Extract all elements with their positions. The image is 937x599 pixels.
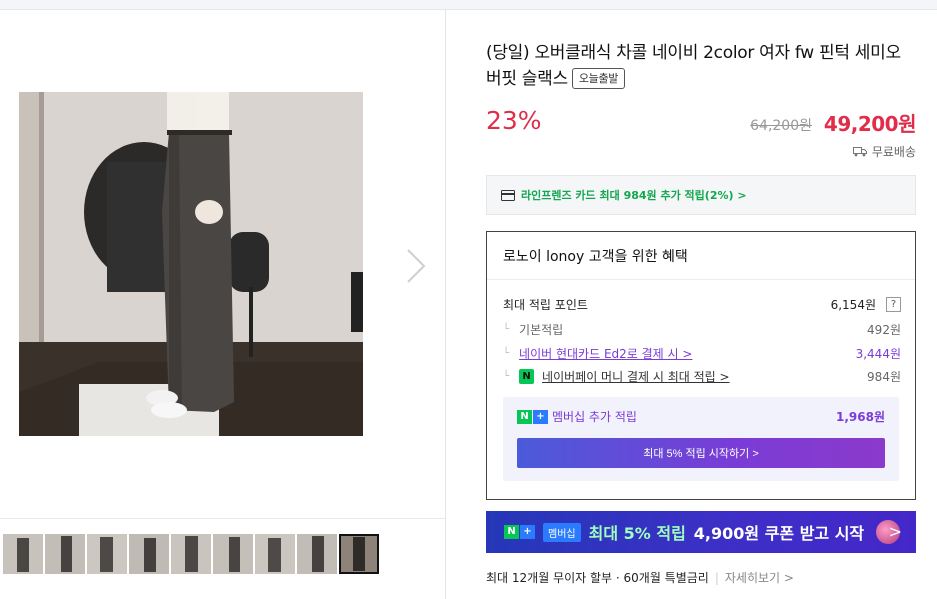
points-row-naverpay: └ N 네이버페이 머니 결제 시 최대 적립 > 984원 bbox=[503, 368, 901, 385]
max-points-value: 6,154원 bbox=[830, 298, 876, 312]
indent-icon: └ bbox=[503, 371, 510, 382]
benefit-divider bbox=[487, 279, 915, 280]
max-points-row: 최대 적립 포인트 6,154원? bbox=[503, 296, 901, 313]
naver-pay-icon: N bbox=[519, 369, 535, 384]
divider: | bbox=[714, 570, 719, 585]
product-gallery bbox=[0, 10, 446, 599]
shipping-text: 무료배송 bbox=[871, 145, 916, 159]
installment-more-link[interactable]: 자세히보기 > bbox=[725, 569, 794, 586]
thumbnail[interactable] bbox=[87, 534, 127, 574]
points-row-hyundai-card: └ 네이버 현대카드 Ed2로 결제 시 > 3,444원 bbox=[503, 345, 901, 362]
card-promo-link[interactable]: 라인프렌즈 카드 최대 984원 추가 적립(2%) > bbox=[486, 175, 916, 215]
chevron-right-icon: > bbox=[888, 522, 902, 541]
product-main-image bbox=[19, 92, 363, 436]
indent-icon: └ bbox=[503, 324, 510, 335]
thumbnail[interactable] bbox=[45, 534, 85, 574]
discount-rate: 23% bbox=[486, 106, 542, 135]
original-price: 64,200원 bbox=[750, 118, 812, 134]
truck-icon bbox=[852, 147, 867, 157]
thumbnail-selected[interactable] bbox=[339, 534, 379, 574]
shipping-info: 무료배송 bbox=[852, 143, 916, 160]
hyundai-card-link[interactable]: 네이버 현대카드 Ed2로 결제 시 > bbox=[519, 345, 692, 362]
membership-value: 1,968원 bbox=[836, 410, 885, 424]
points-row-label: 기본적립 bbox=[519, 323, 564, 337]
card-promo-text: 라인프렌즈 카드 최대 984원 추가 적립(2%) > bbox=[521, 189, 747, 202]
points-row-value: 492원 bbox=[867, 323, 901, 337]
banner-highlight: 최대 5% 적립 bbox=[588, 524, 686, 543]
same-day-badge: 오늘출발 bbox=[571, 68, 626, 89]
thumbnail[interactable] bbox=[129, 534, 169, 574]
sale-price: 49,200원 bbox=[823, 112, 917, 136]
membership-start-button[interactable]: 최대 5% 적립 시작하기 > bbox=[517, 438, 885, 468]
thumbnail[interactable] bbox=[213, 534, 253, 574]
naver-plus-icon: N + bbox=[517, 409, 548, 424]
product-title: (당일) 오버클래식 차콜 네이비 2color 여자 fw 핀턱 세미오버핏 … bbox=[486, 40, 916, 92]
thumbnail[interactable] bbox=[297, 534, 337, 574]
membership-label-group: N + 멤버십 추가 적립 bbox=[517, 408, 637, 425]
card-icon bbox=[501, 189, 515, 201]
membership-box: N + 멤버십 추가 적립 1,968원 최대 5% 적립 시작하기 > bbox=[503, 397, 899, 481]
naver-plus-icon: N + bbox=[504, 525, 535, 539]
points-row-value: 984원 bbox=[867, 370, 901, 384]
benefit-panel: 로노이 lonoy 고객을 위한 혜택 최대 적립 포인트 6,154원? └ 기… bbox=[486, 231, 916, 500]
membership-banner[interactable]: N + 멤버십 최대 5% 적립 4,900원 쿠폰 받고 시작 > bbox=[486, 511, 916, 553]
max-points-label: 최대 적립 포인트 bbox=[503, 298, 588, 312]
benefit-title: 로노이 lonoy 고객을 위한 혜택 bbox=[503, 249, 688, 265]
thumbnail[interactable] bbox=[171, 534, 211, 574]
banner-text: 4,900원 쿠폰 받고 시작 bbox=[693, 524, 865, 543]
top-bar bbox=[0, 0, 937, 10]
points-row-basic: └ 기본적립 492원 bbox=[503, 321, 901, 338]
next-image-button[interactable] bbox=[400, 246, 430, 286]
thumbnail-strip bbox=[0, 534, 379, 574]
installment-info: 최대 12개월 무이자 할부 · 60개월 특별금리 | 자세히보기 > bbox=[486, 569, 794, 586]
membership-tag: 멤버십 bbox=[543, 522, 581, 542]
membership-label: 멤버십 추가 적립 bbox=[552, 410, 637, 424]
indent-icon: └ bbox=[503, 348, 510, 359]
thumbnail-divider bbox=[0, 518, 446, 519]
product-title-text: (당일) 오버클래식 차콜 네이비 2color 여자 fw 핀턱 세미오버핏 … bbox=[486, 43, 901, 89]
help-icon[interactable]: ? bbox=[886, 297, 901, 312]
installment-text: 최대 12개월 무이자 할부 · 60개월 특별금리 bbox=[486, 571, 709, 585]
naverpay-money-link[interactable]: 네이버페이 머니 결제 시 최대 적립 > bbox=[542, 368, 730, 385]
thumbnail[interactable] bbox=[3, 534, 43, 574]
thumbnail[interactable] bbox=[255, 534, 295, 574]
points-row-value: 3,444원 bbox=[855, 347, 901, 361]
chevron-right-icon bbox=[407, 249, 426, 283]
